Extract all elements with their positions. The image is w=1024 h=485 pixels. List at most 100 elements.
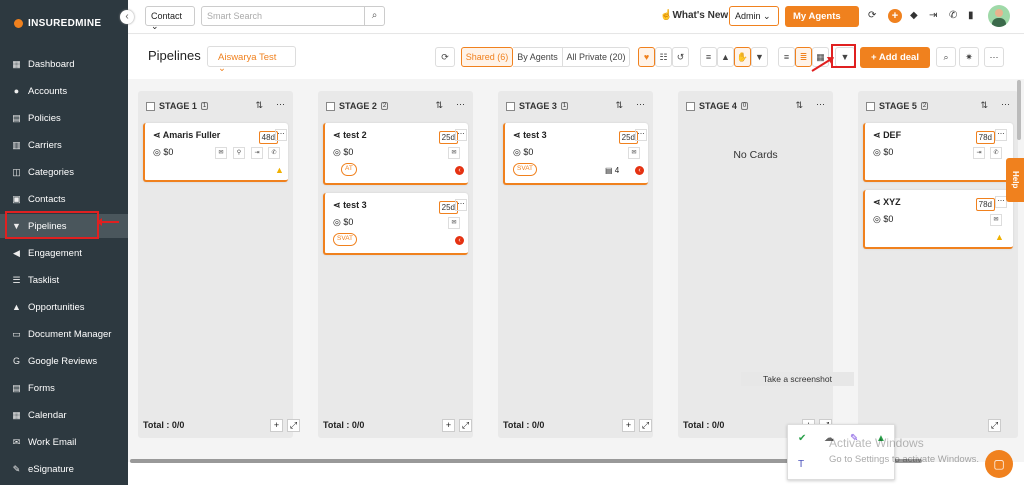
teams-icon[interactable]: T [798,459,804,470]
search-icon[interactable]: ⌕ [364,6,385,26]
more-options-icon[interactable]: ⋯ [455,199,467,211]
sidebar-item-opportunities[interactable]: ▲ Opportunities [0,295,128,319]
sidebar-item-contacts[interactable]: ▣ Contacts [0,187,128,211]
add-card-button[interactable]: + [270,419,283,432]
stage-checkbox[interactable] [866,101,875,111]
chat-icon[interactable]: ▢ [985,450,1013,478]
email-icon[interactable]: ✉ [990,214,1002,226]
vertical-scrollbar[interactable] [1017,80,1021,140]
deal-name[interactable]: ⋖ test 3 [513,130,547,141]
deal-name[interactable]: ⋖ Amaris Fuller [153,130,220,141]
sidebar-item-engagement[interactable]: ◀ Engagement [0,241,128,265]
sidebar-item-policies[interactable]: ▤ Policies [0,106,128,130]
mobile-icon[interactable]: ▮ [968,10,974,21]
sort-icon[interactable]: ⇅ [615,100,623,111]
heart-icon[interactable]: ♥ [638,47,655,67]
sort-icon[interactable]: ⇅ [795,100,803,111]
refresh-icon[interactable]: ⟳ [435,47,455,67]
card-view-icon[interactable]: ≣ [795,47,812,67]
thumbs-down-icon[interactable]: ▼ [751,47,768,67]
admin-select[interactable]: Admin ⌄ [729,6,779,26]
sidebar-item-categories[interactable]: ◫ Categories [0,160,128,184]
history-icon[interactable]: ↺ [672,47,689,67]
phone-icon[interactable]: ✆ [949,10,957,21]
sort-icon[interactable]: ⇅ [435,100,443,111]
deal-card[interactable]: ⋖ Amaris Fuller ◎ $0 48d ⋯ ✉ ⚲ ⇥ ✆ ▲ [143,123,288,182]
sidebar-item-document-manager[interactable]: ▭ Document Manager [0,322,128,346]
compact-view-icon[interactable]: ≡ [778,47,795,67]
sidebar-item-esignature[interactable]: ✎ eSignature [0,457,128,481]
email-icon[interactable]: ✉ [448,217,460,229]
add-deal-button[interactable]: + Add deal [860,47,930,68]
expand-icon[interactable]: ⤢ [459,419,472,432]
more-options-icon[interactable]: ⋯ [636,99,645,110]
more-options-icon[interactable]: ⋯ [1001,99,1010,110]
login-icon[interactable]: ⇥ [251,147,263,159]
quick-add-icon[interactable]: + [888,9,902,23]
stage-checkbox[interactable] [506,101,515,111]
contact-select[interactable]: Contact ⌄ [145,6,195,31]
hand-icon[interactable]: ✋ [734,47,751,67]
email-icon[interactable]: ✉ [628,147,640,159]
thumbs-up-icon[interactable]: ▲ [717,47,734,67]
deal-name[interactable]: ⋖ test 2 [333,130,367,141]
by-agents-filter-button[interactable]: By Agents [513,47,563,67]
menu-icon[interactable]: ≡ [700,47,717,67]
refresh-icon[interactable]: ⟳ [868,10,876,21]
pipeline-select[interactable]: Aiswarya Test ⌄ [207,46,296,74]
email-icon[interactable]: ✉ [448,147,460,159]
sidebar-item-work-email[interactable]: ✉ Work Email [0,430,128,454]
sidebar-item-google-reviews[interactable]: G Google Reviews [0,349,128,373]
more-options-icon[interactable]: ⋯ [995,129,1007,141]
deal-card[interactable]: ⋖ test 3 ◎ $0 25d ⋯ ✉ SVAT ▤ 4 ‹ [503,123,648,185]
bell-icon[interactable]: ◆ [910,10,918,21]
all-private-filter-button[interactable]: All Private (20) [563,47,630,67]
login-icon[interactable]: ⇥ [973,147,985,159]
deal-name[interactable]: ⋖ test 3 [333,200,367,211]
expand-icon[interactable]: ⤢ [287,419,300,432]
shared-filter-button[interactable]: Shared (6) [461,47,513,67]
avatar[interactable] [988,5,1010,27]
deal-card[interactable]: ⋖ XYZ ◎ $0 78d ⋯ ✉ ▲ [863,190,1013,249]
deal-name[interactable]: ⋖ XYZ [873,197,901,208]
whats-new-link[interactable]: ☝What's New [660,10,728,21]
logo[interactable]: INSUREDMINE [14,18,101,29]
more-options-icon[interactable]: ⋯ [456,99,465,110]
stage-checkbox[interactable] [146,101,155,111]
sidebar-item-carriers[interactable]: ▥ Carriers [0,133,128,157]
avatar[interactable]: SVAT [333,233,358,246]
avatar[interactable]: SVAT [513,163,538,176]
email-icon[interactable]: ✉ [215,147,227,159]
search-icon[interactable]: ⌕ [936,47,956,67]
help-tab[interactable]: Help [1006,158,1024,202]
phone-icon[interactable]: ✆ [268,147,280,159]
gear-icon[interactable]: ✷ [959,47,979,67]
check-icon[interactable]: ✔ [798,433,806,444]
chevron-left-icon[interactable]: ‹ [120,10,134,24]
list-view-icon[interactable]: ☷ [655,47,672,67]
more-options-icon[interactable]: ⋯ [275,129,287,141]
deal-card[interactable]: ⋖ test 2 ◎ $0 25d ⋯ ✉ AT ‹ [323,123,468,185]
sidebar-item-dashboard[interactable]: ▦ Dashboard [0,52,128,76]
search-input[interactable] [201,6,365,26]
stage-checkbox[interactable] [686,101,695,111]
sort-icon[interactable]: ⇅ [255,100,263,111]
expand-icon[interactable]: ⤢ [639,419,652,432]
expand-icon[interactable]: ⤢ [988,419,1001,432]
avatar[interactable]: AT [341,163,357,176]
sidebar-item-calendar[interactable]: ▦ Calendar [0,403,128,427]
stage-checkbox[interactable] [326,101,335,111]
add-card-button[interactable]: + [442,419,455,432]
more-options-icon[interactable]: ⋯ [635,129,647,141]
deal-name[interactable]: ⋖ DEF [873,130,901,141]
sidebar-item-accounts[interactable]: ● Accounts [0,79,128,103]
location-icon[interactable]: ⚲ [233,147,245,159]
phone-icon[interactable]: ✆ [990,147,1002,159]
logout-icon[interactable]: ⇥ [929,10,937,21]
more-options-icon[interactable]: ⋯ [276,99,285,110]
more-options-icon[interactable]: ⋯ [816,99,825,110]
add-card-button[interactable]: + [622,419,635,432]
more-options-icon[interactable]: ⋯ [455,129,467,141]
sidebar-item-tasklist[interactable]: ☰ Tasklist [0,268,128,292]
sidebar-item-forms[interactable]: ▤ Forms [0,376,128,400]
